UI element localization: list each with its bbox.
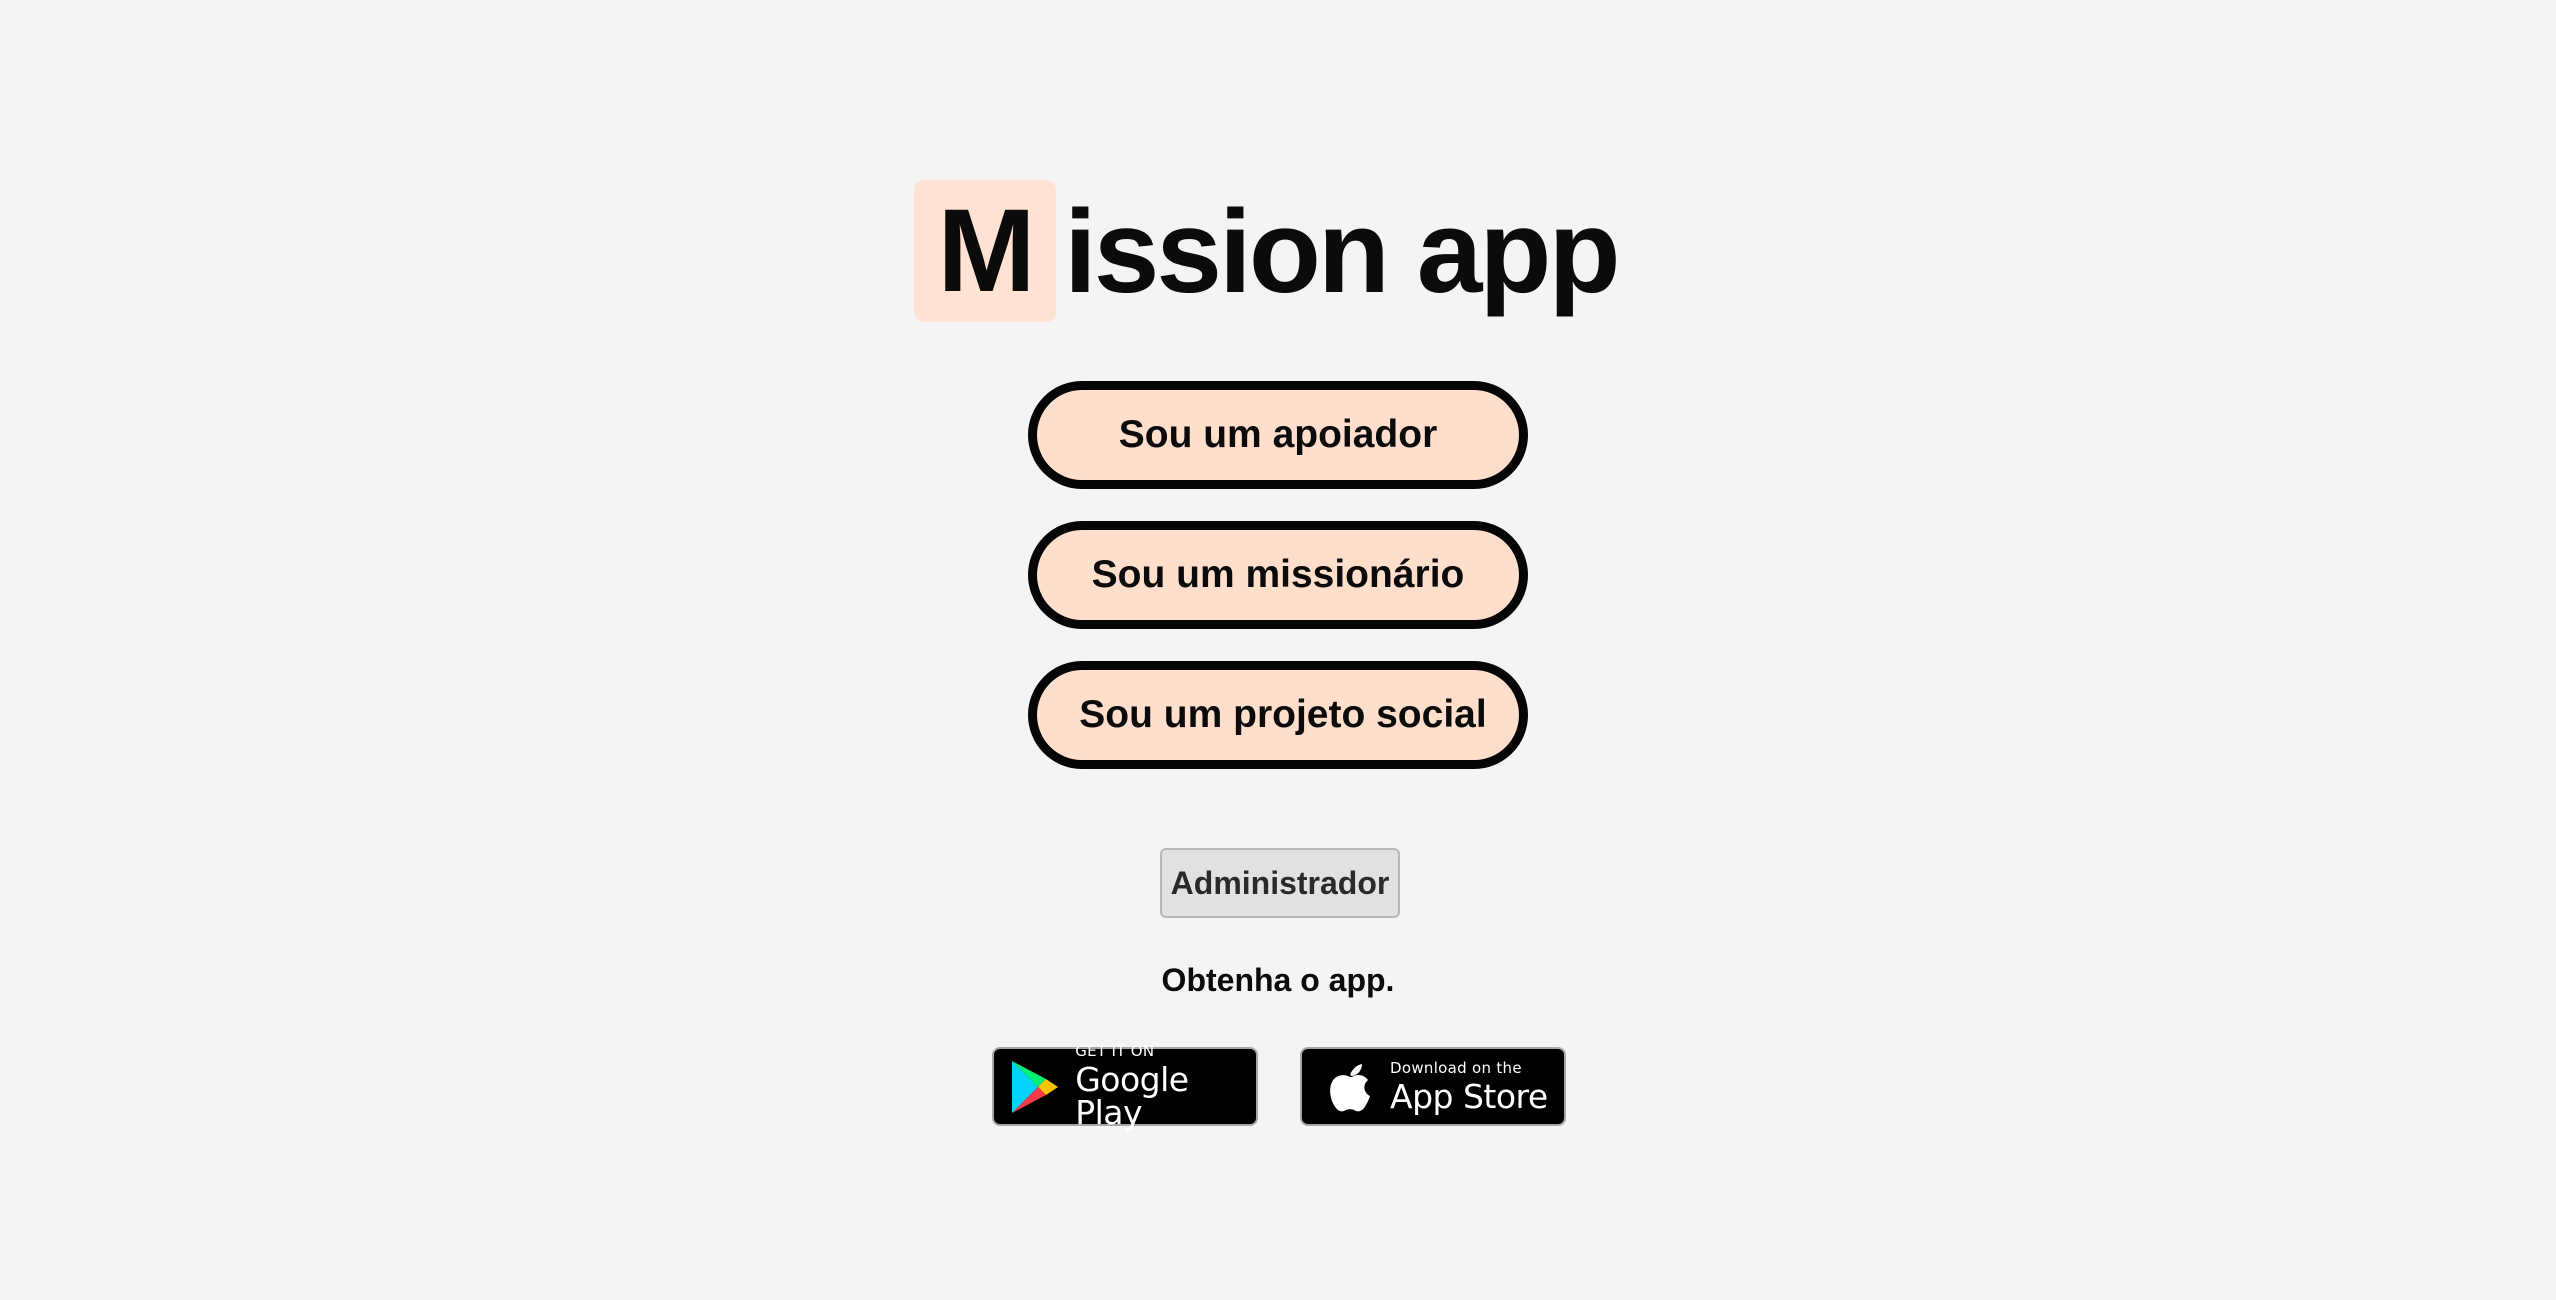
- logo-text: ission app: [1064, 186, 1621, 318]
- supporter-button-label: Sou um apoiador: [1118, 413, 1438, 456]
- social-project-button[interactable]: Sou um projeto social: [1028, 661, 1528, 769]
- logo-mark-letter: M: [937, 185, 1035, 317]
- missionary-button[interactable]: Sou um missionário: [1028, 521, 1528, 629]
- app-store-badge[interactable]: Download on the App Store: [1300, 1047, 1566, 1126]
- google-badge-big-text: Google Play: [1075, 1060, 1189, 1132]
- admin-button-label: Administrador: [1170, 864, 1390, 901]
- admin-button[interactable]: Administrador: [1160, 848, 1400, 918]
- google-play-icon: [1008, 1059, 1061, 1115]
- app-logo: M ission app: [914, 180, 1621, 322]
- get-app-text: Obtenha o app.: [1161, 962, 1395, 998]
- apple-badge-big-text: App Store: [1390, 1076, 1548, 1116]
- apple-icon: [1322, 1059, 1378, 1115]
- apple-badge-small-text: Download on the: [1390, 1058, 1522, 1077]
- google-play-badge[interactable]: GET IT ON Google Play: [992, 1042, 1258, 1132]
- logo-mark: M: [914, 180, 1056, 322]
- google-badge-small-text: GET IT ON: [1075, 1042, 1155, 1060]
- missionary-button-label: Sou um missionário: [1091, 553, 1465, 596]
- landing-page: M ission app Sou um apoiador Sou um miss…: [0, 0, 2556, 1300]
- supporter-button[interactable]: Sou um apoiador: [1028, 381, 1528, 489]
- social-project-button-label: Sou um projeto social: [1079, 693, 1487, 736]
